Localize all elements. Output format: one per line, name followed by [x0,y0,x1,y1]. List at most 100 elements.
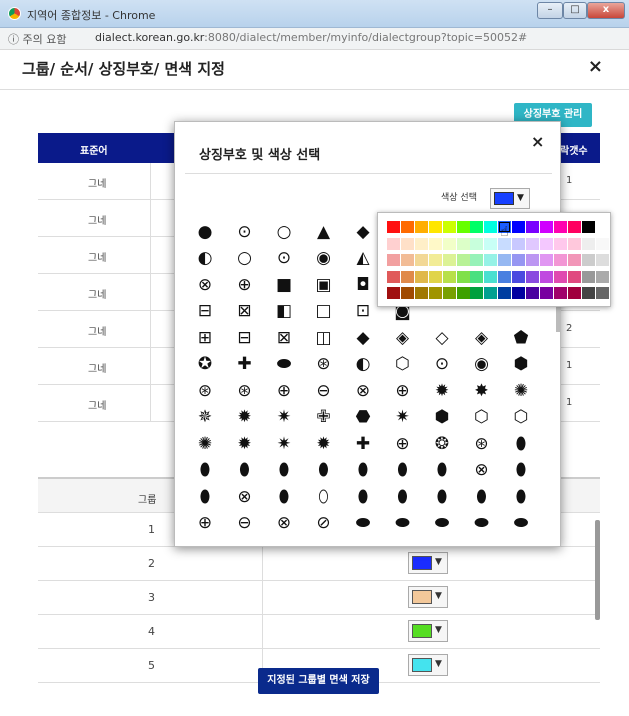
symbol-option[interactable]: ✹ [431,381,453,401]
color-swatch-option[interactable] [428,287,442,299]
symbol-option[interactable]: ⊘ [313,514,335,534]
color-swatch-option[interactable] [484,287,498,299]
color-swatch-option[interactable] [414,254,428,266]
symbol-option[interactable]: ⬟ [510,328,532,348]
symbol-option[interactable]: ⬮ [273,461,295,481]
color-swatch-option[interactable] [526,270,539,283]
color-swatch-option[interactable] [456,237,470,250]
symbol-option[interactable]: ⊗ [352,381,374,401]
color-swatch-option[interactable] [400,221,414,233]
symbol-option[interactable]: ⬮ [194,461,216,481]
color-swatch-option[interactable] [595,254,609,266]
symbol-option[interactable]: ⊖ [313,381,335,401]
symbol-option[interactable]: ❂ [431,434,453,454]
symbol-option[interactable]: ⬬ [273,355,295,375]
symbol-option[interactable]: ◫ [313,328,335,348]
symbol-option[interactable]: ⬢ [510,355,532,375]
color-swatch-option[interactable] [553,254,567,266]
symbol-option[interactable]: ⬮ [194,487,216,507]
symbol-option[interactable]: ■ [273,275,295,295]
color-swatch-option[interactable] [387,237,400,250]
symbol-option[interactable]: ⊞ [194,328,216,348]
color-swatch-option[interactable] [512,270,526,283]
color-swatch-option[interactable] [428,237,442,250]
color-swatch-option[interactable] [581,254,595,266]
symbol-option[interactable]: ⊟ [234,328,256,348]
symbol-option[interactable]: ⬬ [431,514,453,534]
symbol-option[interactable]: ⊡ [352,302,374,322]
symbol-option[interactable]: ⬬ [471,514,493,534]
color-swatch-option[interactable] [470,287,484,299]
color-swatch-option[interactable] [400,287,414,299]
symbol-option[interactable]: ⬢ [431,408,453,428]
group-color-dropdown[interactable]: ▼ [408,620,448,642]
symbol-option[interactable]: ○ [273,222,295,242]
symbol-option[interactable]: ⬮ [431,487,453,507]
dialog-close-button[interactable]: × [531,132,544,151]
color-swatch-option[interactable] [414,237,428,250]
symbol-option[interactable]: ✙ [313,408,335,428]
symbol-option[interactable]: ⬮ [510,487,532,507]
color-swatch-option[interactable] [595,221,609,233]
symbol-option[interactable]: ✷ [273,408,295,428]
color-select-dropdown[interactable]: ▼ [490,188,530,209]
color-swatch-option[interactable] [442,287,456,299]
symbol-option[interactable]: ⊖ [234,514,256,534]
symbol-option[interactable]: ⬡ [392,355,414,375]
symbol-option[interactable]: ⬡ [510,408,532,428]
color-swatch-option[interactable] [414,270,428,283]
color-swatch-option[interactable] [567,287,581,299]
symbol-option[interactable]: ◆ [352,328,374,348]
symbol-option[interactable]: ⬮ [510,461,532,481]
color-swatch-option[interactable] [414,287,428,299]
symbol-option[interactable]: ⬮ [352,487,374,507]
symbol-option[interactable]: ✚ [234,355,256,375]
symbol-option[interactable]: ⊛ [194,381,216,401]
symbol-option[interactable]: ⬡ [471,408,493,428]
color-swatch-option[interactable] [539,237,553,250]
color-swatch-option[interactable] [498,287,512,299]
color-swatch-option[interactable] [442,237,456,250]
color-swatch-option[interactable] [512,254,526,266]
color-swatch-option[interactable] [442,221,456,233]
symbol-option[interactable]: ✹ [313,434,335,454]
color-swatch-option[interactable] [414,221,428,233]
symbol-option[interactable]: ⬮ [392,461,414,481]
color-swatch-option[interactable] [400,270,414,283]
color-swatch-option[interactable] [512,287,526,299]
symbol-option[interactable]: ⊕ [194,514,216,534]
symbol-option[interactable]: ▣ [313,275,335,295]
color-swatch-option[interactable] [526,221,539,233]
address-bar[interactable]: ⓘ 주의 요함 dialect.korean.go.kr:8080/dialec… [0,28,629,50]
symbol-option[interactable]: ⬮ [510,434,532,454]
color-swatch-option[interactable] [400,254,414,266]
color-swatch-option[interactable] [553,270,567,283]
symbol-option[interactable]: ✷ [273,434,295,454]
symbol-option[interactable]: ⬮ [471,487,493,507]
color-swatch-option[interactable] [539,270,553,283]
symbol-option[interactable]: ⊠ [234,302,256,322]
color-swatch-option[interactable] [387,254,400,266]
symbol-option[interactable]: ⊕ [273,381,295,401]
symbol-option[interactable]: ✹ [234,434,256,454]
symbol-option[interactable]: ⊛ [234,381,256,401]
symbol-option[interactable]: ● [194,222,216,242]
symbol-option[interactable]: ⬯ [313,487,335,507]
security-info[interactable]: ⓘ 주의 요함 [8,31,66,47]
symbol-option[interactable]: ⬬ [392,514,414,534]
symbol-option[interactable]: ✷ [392,408,414,428]
symbol-option[interactable]: ⊗ [471,461,493,481]
symbol-option[interactable]: ⬮ [392,487,414,507]
url-text[interactable]: dialect.korean.go.kr:8080/dialect/member… [95,31,527,44]
group-color-dropdown[interactable]: ▼ [408,552,448,574]
symbol-option[interactable]: □ [313,302,335,322]
color-swatch-option[interactable] [581,221,595,233]
symbol-option[interactable]: ✸ [471,381,493,401]
symbol-option[interactable]: ⊙ [431,355,453,375]
symbol-option[interactable]: ◇ [431,328,453,348]
color-swatch-option[interactable] [553,221,567,233]
symbol-option[interactable]: ⊕ [392,434,414,454]
color-swatch-option[interactable] [567,270,581,283]
color-swatch-option[interactable] [428,221,442,233]
symbol-option[interactable]: ⊛ [313,355,335,375]
